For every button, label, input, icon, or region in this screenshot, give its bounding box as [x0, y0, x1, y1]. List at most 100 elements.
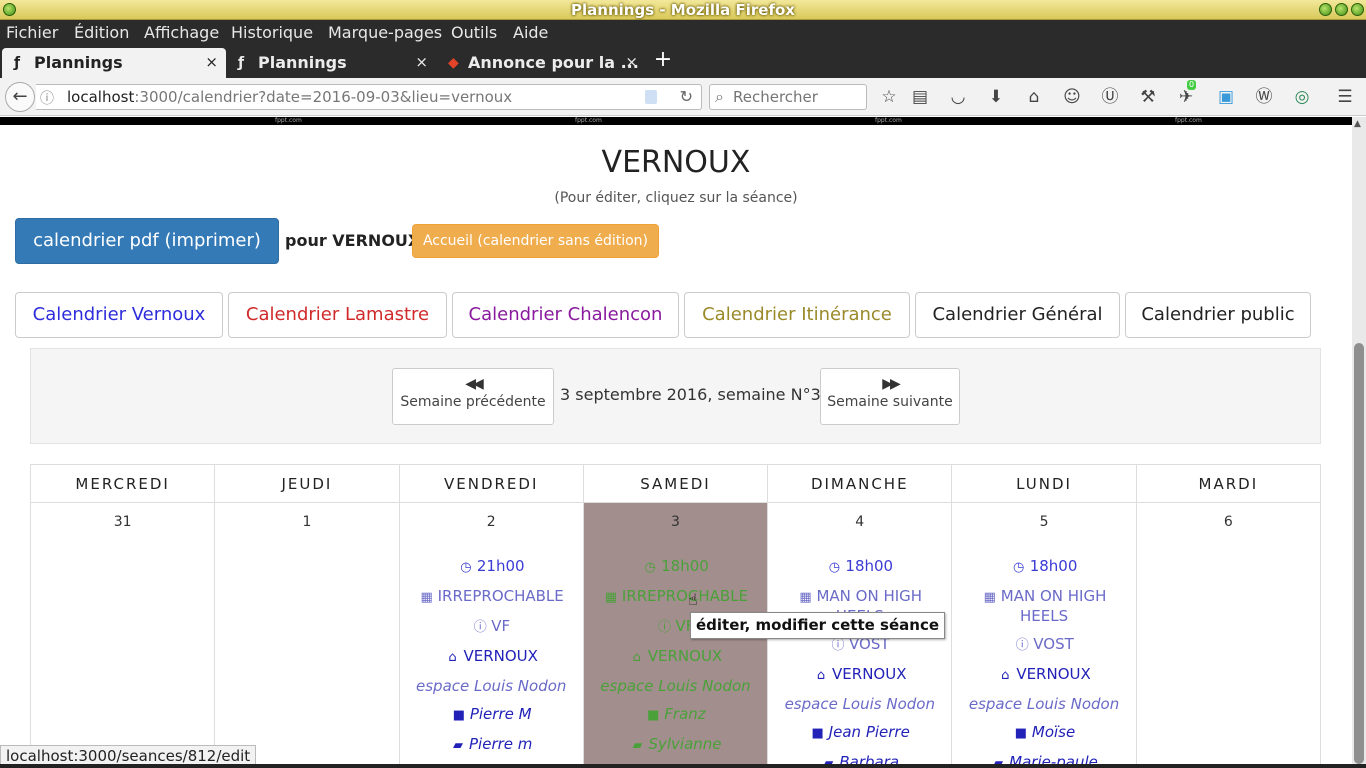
pocket-icon[interactable]: ◡	[947, 86, 969, 108]
maximize-icon[interactable]	[1335, 3, 1348, 16]
ad-text: fppt.com	[875, 117, 902, 124]
seance-dimanche[interactable]: ◷18h00 ▦MAN ON HIGH HEELS ⓘVOST ⌂VERNOUX…	[768, 552, 951, 764]
tab-label: Plannings	[258, 53, 347, 72]
pour-label: pour VERNOUX	[285, 231, 421, 250]
home-icon: ⌂	[632, 650, 641, 665]
menu-fichier[interactable]: Fichier	[6, 23, 58, 42]
reading-list-icon[interactable]: ▤	[909, 86, 931, 108]
clock-icon: ◷	[460, 560, 472, 575]
page-content: fppt.com fppt.com fppt.com fppt.com VERN…	[0, 117, 1352, 764]
wordpress-icon[interactable]: Ⓦ	[1253, 86, 1275, 108]
calendar-chalencon-button[interactable]: Calendrier Chalencon	[452, 292, 679, 338]
menu-outils[interactable]: Outils	[451, 23, 497, 42]
clock-icon: ◷	[644, 560, 656, 575]
close-tab-icon[interactable]: ×	[415, 53, 428, 71]
seance-lieu: ⌂ VERNOUX	[584, 642, 767, 672]
briefcase-icon: ▰	[823, 756, 834, 764]
pdf-calendar-button[interactable]: calendrier pdf (imprimer)	[15, 218, 279, 264]
briefcase-icon: ▰	[453, 738, 463, 753]
close-tab-icon[interactable]: ×	[625, 53, 638, 71]
url-path: :3000/calendrier?date=2016-09-03&lieu=ve…	[134, 88, 513, 106]
fast-backward-icon: ◀◀	[465, 376, 484, 392]
page-subtitle: (Pour éditer, cliquez sur la séance)	[554, 190, 798, 206]
url-host: localhost	[67, 88, 135, 106]
info-circle-icon: ⓘ	[473, 620, 487, 635]
calendar-lamastre-button[interactable]: Calendrier Lamastre	[228, 292, 447, 338]
previous-week-button[interactable]: ◀◀ Semaine précédente	[392, 368, 554, 425]
day-number: 4	[855, 514, 865, 530]
seance-projectionniste: ■ Franz	[584, 700, 767, 730]
day-cell-jeudi: 1	[214, 502, 400, 764]
clock-icon: ◷	[1013, 560, 1025, 575]
url-text: localhost:3000/calendrier?date=2016-09-0…	[67, 88, 512, 106]
tab-plannings-active[interactable]: ƒ Plannings ×	[2, 48, 226, 78]
day-header-samedi: SAMEDI	[582, 464, 769, 503]
page-scrollbar[interactable]: ▲	[1352, 117, 1366, 764]
day-cell-mercredi: 31	[29, 502, 216, 764]
gitlab-favicon-icon: ◆	[448, 55, 459, 71]
seance-caissier: ▰ Sylvianne	[584, 730, 767, 760]
fast-forward-icon: ▶▶	[882, 376, 901, 392]
bookmark-star-icon[interactable]: ☆	[878, 86, 900, 108]
navigation-bar: ← ⓘ localhost:3000/calendrier?date=2016-…	[0, 78, 1366, 116]
seance-projectionniste: ■ Pierre M	[400, 700, 583, 730]
ublock-icon[interactable]: Ⓤ	[1099, 86, 1121, 108]
menu-affichage[interactable]: Affichage	[144, 23, 219, 42]
search-input[interactable]	[733, 88, 863, 106]
window-titlebar: Plannings - Mozilla Firefox	[0, 0, 1366, 20]
day-number: 31	[113, 514, 132, 530]
seance-salle: espace Louis Nodon	[968, 695, 1120, 713]
seance-samedi[interactable]: ◷ 18h00 ▦ IRREPROCHABLE ⓘ VF ⌂ VERNOUX espac…	[584, 552, 767, 760]
addon-icon[interactable]: ✈ 0	[1175, 80, 1197, 108]
close-window-icon[interactable]	[1351, 3, 1364, 16]
menu-bar: Fichier Édition Affichage Historique Mar…	[0, 20, 1366, 44]
seance-version: ⓘ VF	[400, 612, 583, 642]
close-tab-icon[interactable]: ×	[205, 53, 218, 71]
day-header-dimanche: DIMANCHE	[767, 464, 953, 503]
menu-historique[interactable]: Historique	[231, 23, 313, 42]
seance-projectionniste: ■ Jean Pierre	[768, 718, 951, 748]
pipette-icon[interactable]: ⚒	[1137, 86, 1159, 108]
menu-edition[interactable]: Édition	[74, 23, 129, 42]
scroll-up-arrow-icon[interactable]: ▲	[1354, 119, 1361, 129]
video-camera-icon: ■	[647, 708, 660, 723]
scrollbar-thumb[interactable]	[1354, 343, 1364, 764]
new-tab-button[interactable]: +	[652, 48, 674, 72]
seance-lieu: ⌂ VERNOUX	[952, 660, 1135, 690]
seance-lieu: ⌂ VERNOUX	[400, 642, 583, 672]
calendar-vernoux-button[interactable]: Calendrier Vernoux	[15, 292, 223, 338]
url-bar[interactable]: ⓘ localhost:3000/calendrier?date=2016-09…	[36, 84, 702, 110]
tab-annonce[interactable]: ◆ Annonce pour la ... ×	[436, 48, 646, 78]
menu-marque-pages[interactable]: Marque-pages	[328, 23, 442, 42]
menu-aide[interactable]: Aide	[513, 23, 548, 42]
hamburger-menu-icon[interactable]: ☰	[1334, 86, 1356, 108]
calendar-public-button[interactable]: Calendrier public	[1125, 292, 1311, 338]
home-calendar-button[interactable]: Accueil (calendrier sans édition)	[412, 224, 659, 258]
calendar-general-button[interactable]: Calendrier Général	[915, 292, 1120, 338]
seance-lundi[interactable]: ◷ 18h00 ▦ MAN ON HIGH HEELS ⓘ VOST ⌂ VERNOUX…	[952, 552, 1135, 764]
skype-icon[interactable]: ▣	[1215, 86, 1237, 108]
info-icon[interactable]: ⓘ	[40, 88, 54, 108]
chat-icon[interactable]: ☺	[1061, 86, 1083, 108]
film-icon: ▦	[420, 590, 433, 605]
minimize-icon[interactable]	[1319, 3, 1332, 16]
reload-icon[interactable]: ↻	[680, 87, 693, 106]
back-button[interactable]: ←	[5, 82, 35, 112]
tracking-shield-icon[interactable]	[645, 90, 657, 104]
ad-banner: fppt.com fppt.com fppt.com fppt.com	[0, 117, 1352, 125]
plannings-favicon-icon: ƒ	[238, 55, 245, 71]
seance-caissier: ▰ Barbara	[768, 748, 951, 764]
home-icon[interactable]: ⌂	[1023, 86, 1045, 108]
info-circle-icon: ⓘ	[658, 620, 672, 635]
sync-icon[interactable]: ◎	[1291, 86, 1313, 108]
next-week-button[interactable]: ▶▶ Semaine suivante	[820, 368, 960, 425]
search-bar[interactable]: ⌕	[709, 84, 867, 110]
ad-text: fppt.com	[575, 117, 602, 124]
video-camera-icon: ■	[1014, 726, 1028, 741]
calendar-itinerance-button[interactable]: Calendrier Itinérance	[684, 292, 910, 338]
search-icon: ⌕	[715, 87, 724, 106]
seance-vendredi[interactable]: ◷ 21h00 ▦ IRREPROCHABLE ⓘ VF ⌂ VERNOUX espac…	[400, 552, 583, 760]
download-icon[interactable]: ⬇	[985, 86, 1007, 108]
tab-plannings[interactable]: ƒ Plannings ×	[226, 48, 436, 78]
day-cell-vendredi: 2 ◷ 21h00 ▦ IRREPROCHABLE ⓘ VF ⌂ VERNOUX esp…	[398, 502, 584, 764]
